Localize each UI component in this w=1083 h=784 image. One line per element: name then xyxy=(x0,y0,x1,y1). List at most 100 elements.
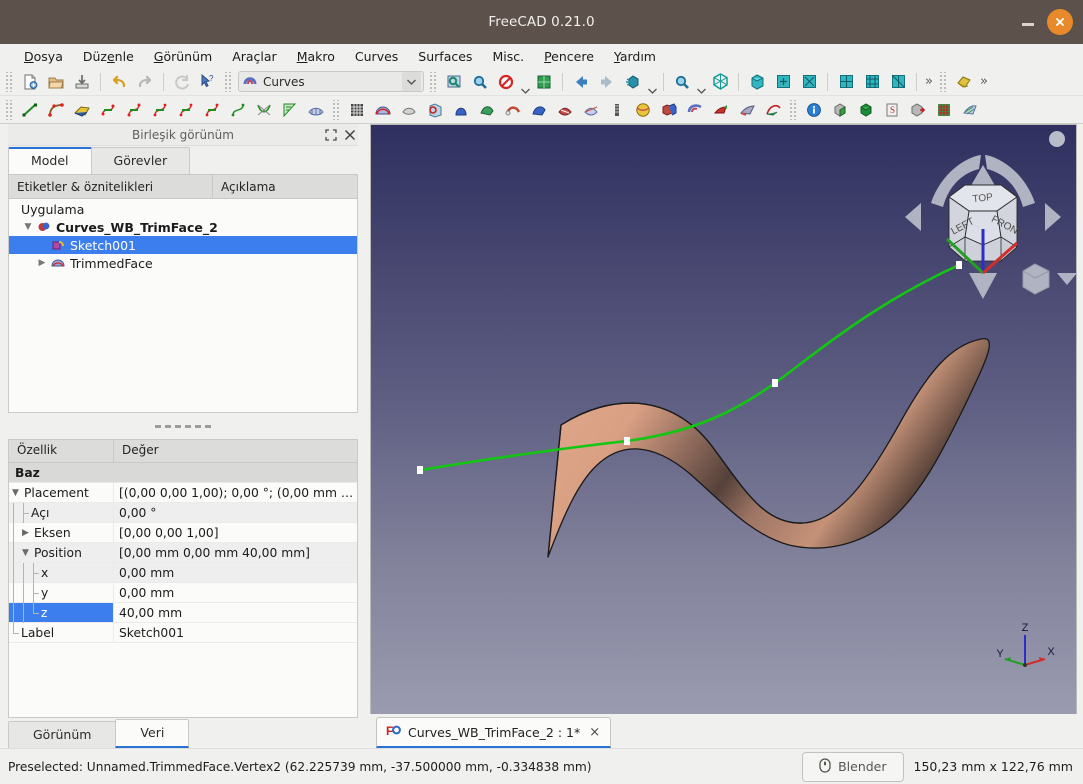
join-curve-icon[interactable] xyxy=(95,98,121,122)
bspline-icon[interactable] xyxy=(43,98,69,122)
line-icon[interactable] xyxy=(17,98,43,122)
splitter-icon[interactable] xyxy=(682,98,708,122)
interpolate-icon[interactable] xyxy=(173,98,199,122)
sublink-icon[interactable] xyxy=(474,98,500,122)
rear-view-icon[interactable] xyxy=(833,70,859,94)
hooks-icon[interactable] xyxy=(552,98,578,122)
menu-curves[interactable]: Curves xyxy=(345,47,408,66)
tab-gorevler[interactable]: Görevler xyxy=(90,147,191,174)
control-point[interactable] xyxy=(772,379,778,387)
property-key[interactable]: ▼ Position xyxy=(9,542,114,563)
extract-icon[interactable] xyxy=(734,98,760,122)
trim-face-icon[interactable] xyxy=(422,98,448,122)
3d-viewport[interactable]: TOP LEFT FRONT Z Y X xyxy=(370,124,1077,714)
zoom-icon[interactable] xyxy=(669,70,695,94)
menu-gorunum[interactable]: Görünüm xyxy=(144,47,222,66)
navigation-cube[interactable]: TOP LEFT FRONT xyxy=(905,131,1076,299)
property-value[interactable]: 40,00 mm xyxy=(114,603,357,622)
property-row-position[interactable]: ▼ Position [0,00 mm 0,00 mm 40,00 mm] xyxy=(9,542,357,563)
menu-yardim[interactable]: Yardım xyxy=(604,47,666,66)
property-key[interactable]: z xyxy=(9,602,114,623)
tree-item-trimmedface[interactable]: ▶ TrimmedFace xyxy=(9,254,357,272)
fit-selection-icon[interactable] xyxy=(467,70,493,94)
fit-all-icon[interactable] xyxy=(441,70,467,94)
gordon-surface-icon[interactable] xyxy=(303,98,329,122)
property-row-label[interactable]: Label Sketch001 xyxy=(9,622,357,643)
close-icon[interactable]: × xyxy=(587,725,602,740)
navigation-style-button[interactable]: Blender xyxy=(802,751,904,782)
zebra-icon[interactable] xyxy=(277,98,303,122)
chevron-down-icon[interactable]: ▼ xyxy=(19,548,32,558)
previous-view-icon[interactable] xyxy=(568,70,594,94)
property-row-x[interactable]: x 0,00 mm xyxy=(9,562,357,583)
minimize-button[interactable] xyxy=(1021,15,1035,29)
tab-gorunum[interactable]: Görünüm xyxy=(8,721,117,748)
control-point[interactable] xyxy=(624,437,630,445)
property-key[interactable]: ▶ Eksen xyxy=(9,522,114,543)
control-point[interactable] xyxy=(956,261,962,269)
control-point[interactable] xyxy=(417,466,423,474)
close-button[interactable] xyxy=(1047,9,1073,35)
property-value[interactable]: 0,00 mm xyxy=(114,583,357,602)
toolbar-overflow-button[interactable]: » xyxy=(922,74,936,89)
blend-curve-icon[interactable] xyxy=(225,98,251,122)
property-row-aci[interactable]: Açı 0,00 ° xyxy=(9,502,357,523)
box-element-icon[interactable] xyxy=(827,98,853,122)
property-value[interactable]: Sketch001 xyxy=(114,623,357,642)
whats-this-icon[interactable]: ? xyxy=(195,70,221,94)
chevron-right-icon[interactable]: ▶ xyxy=(19,528,32,538)
editable-spline-icon[interactable] xyxy=(69,98,95,122)
sweep2rails-icon[interactable] xyxy=(526,98,552,122)
axonometric-icon[interactable] xyxy=(707,70,733,94)
bottom-view-icon[interactable] xyxy=(859,70,885,94)
property-row-y[interactable]: y 0,00 mm xyxy=(9,582,357,603)
new-document-icon[interactable] xyxy=(17,70,43,94)
toolbar-grip[interactable] xyxy=(938,71,948,92)
tree-item-sketch001[interactable]: Sketch001 xyxy=(9,236,357,254)
property-value[interactable]: [0,00 0,00 1,00] xyxy=(114,523,357,542)
cube-face-top[interactable]: TOP xyxy=(972,192,994,205)
tab-veri[interactable]: Veri xyxy=(115,719,190,748)
pipeshell-icon[interactable] xyxy=(396,98,422,122)
view-preset-cube[interactable] xyxy=(1022,263,1076,295)
chevron-down-icon[interactable] xyxy=(1057,273,1076,285)
toolbar-grip[interactable] xyxy=(789,99,798,120)
map-on-face-icon[interactable] xyxy=(656,98,682,122)
chevron-down-icon[interactable] xyxy=(402,72,421,91)
sketch-on-surface-icon[interactable] xyxy=(370,98,396,122)
box-zoom-icon[interactable] xyxy=(531,70,557,94)
solid-box-icon[interactable] xyxy=(853,98,879,122)
zoom-chevron-icon[interactable] xyxy=(695,70,707,94)
tree-root-application[interactable]: Uygulama xyxy=(9,200,357,218)
property-key[interactable]: x xyxy=(9,562,114,583)
dock-splitter-handle[interactable] xyxy=(8,413,358,439)
approximate-icon[interactable] xyxy=(147,98,173,122)
segment-surface-icon[interactable] xyxy=(604,98,630,122)
property-value[interactable]: 0,00 mm xyxy=(114,563,357,582)
export-icon[interactable] xyxy=(905,98,931,122)
menu-dosya[interactable]: Dosya xyxy=(14,47,73,66)
comb-plot-icon[interactable] xyxy=(251,98,277,122)
toolbar-grip[interactable] xyxy=(224,71,233,92)
undock-icon[interactable] xyxy=(325,129,337,141)
redo-icon[interactable] xyxy=(132,70,158,94)
menu-pencere[interactable]: Pencere xyxy=(534,47,604,66)
next-view-icon[interactable] xyxy=(594,70,620,94)
property-key[interactable]: y xyxy=(9,582,114,603)
view-menu-dot[interactable] xyxy=(1049,131,1065,147)
property-value[interactable]: 0,00 ° xyxy=(114,503,357,522)
chevron-right-icon[interactable]: ▶ xyxy=(35,258,49,268)
grid-icon[interactable] xyxy=(931,98,957,122)
toolbar-grip[interactable] xyxy=(5,71,14,92)
property-value[interactable]: [0,00 mm 0,00 mm 40,00 mm] xyxy=(114,543,357,562)
draw-style-chevron-icon[interactable] xyxy=(519,70,531,94)
close-icon[interactable] xyxy=(344,129,356,141)
open-document-icon[interactable] xyxy=(43,70,69,94)
3d-scene[interactable]: TOP LEFT FRONT Z Y X xyxy=(371,125,1076,697)
paste-icon[interactable] xyxy=(708,98,734,122)
document-tab[interactable]: F Curves_WB_TrimFace_2 : 1* × xyxy=(376,717,612,748)
property-key[interactable]: Açı xyxy=(9,502,114,523)
mesh-icon[interactable] xyxy=(957,98,983,122)
tab-model[interactable]: Model xyxy=(8,147,92,174)
left-view-icon[interactable] xyxy=(885,70,911,94)
